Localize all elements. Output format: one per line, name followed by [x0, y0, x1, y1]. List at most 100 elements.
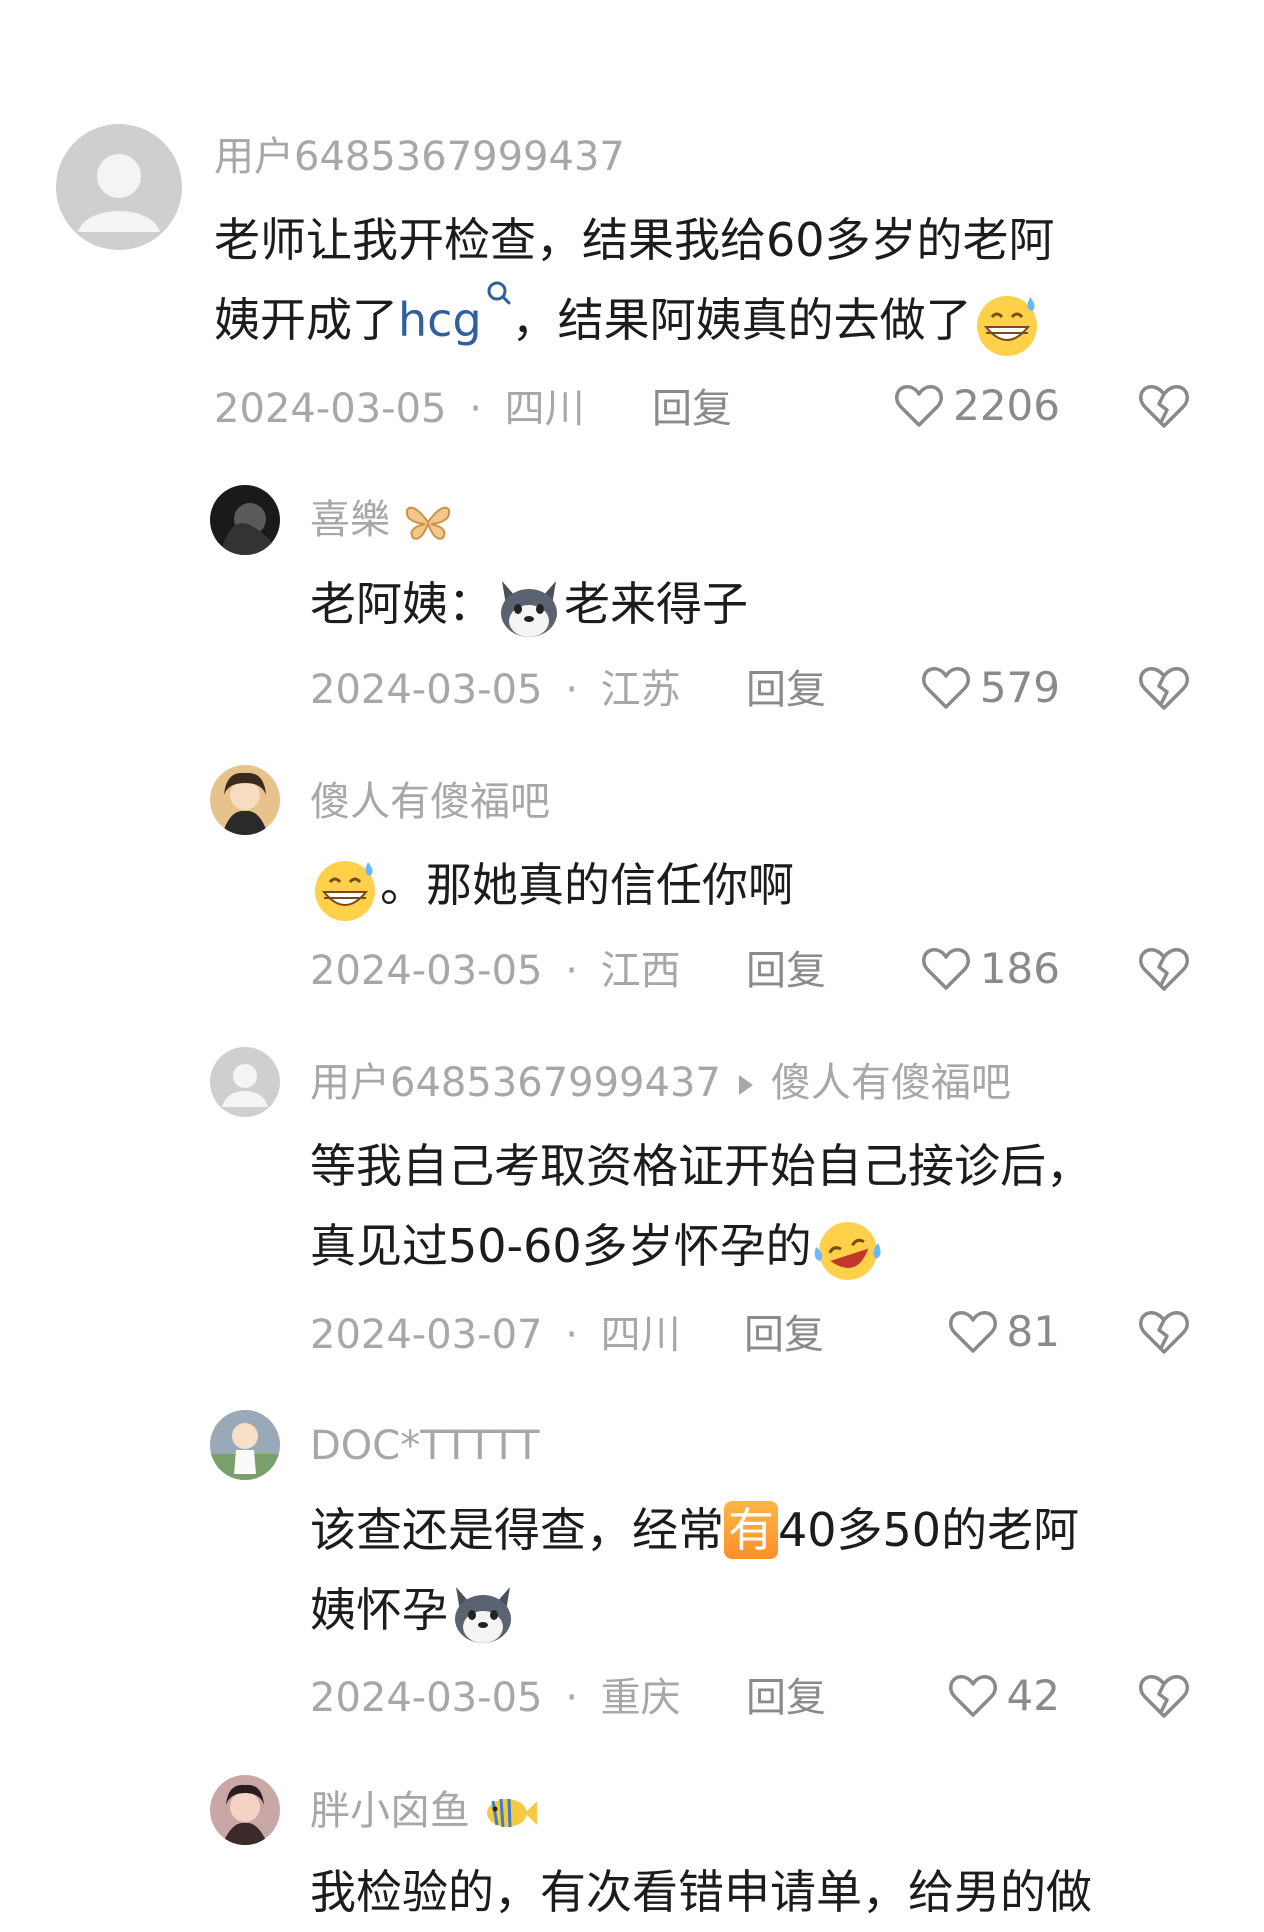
broken-heart-icon[interactable]: [1136, 662, 1192, 714]
comment-username[interactable]: 喜樂: [310, 500, 453, 542]
comment-meta: 2024-03-05 · 江西: [310, 951, 681, 991]
text-segment: 老来得子: [564, 577, 748, 631]
meta-separator: ·: [565, 667, 578, 713]
like-button[interactable]: 186: [870, 943, 1060, 995]
husky-dog-emoji: [501, 580, 557, 637]
laugh-cry-emoji: [814, 1221, 881, 1280]
like-count: 186: [979, 944, 1060, 993]
user-photo-icon: [220, 503, 280, 555]
default-avatar-icon: [78, 154, 160, 232]
dislike-button[interactable]: [1136, 662, 1192, 718]
comment-date: 2024-03-07: [310, 1312, 543, 1358]
husky-dog-emoji: [455, 1586, 511, 1643]
text-segment: 真见过50-60多岁怀孕的: [310, 1219, 812, 1273]
reply-button[interactable]: 回复: [746, 951, 826, 991]
avatar[interactable]: [210, 485, 280, 555]
reply-button[interactable]: 回复: [744, 1315, 824, 1355]
heart-icon[interactable]: [920, 943, 972, 995]
highlighted-word: 有: [724, 1501, 778, 1559]
text-segment: 姨怀孕: [310, 1583, 448, 1637]
avatar[interactable]: [210, 765, 280, 835]
avatar[interactable]: [56, 124, 182, 250]
meta-separator: ·: [469, 386, 482, 432]
comment-location: 四川: [504, 386, 585, 432]
like-button[interactable]: 81: [870, 1306, 1060, 1358]
comment-location: 四川: [600, 1312, 681, 1358]
comment-location: 江西: [600, 948, 681, 994]
text-segment: 老阿姨：: [310, 577, 494, 631]
heart-icon[interactable]: [947, 1306, 999, 1358]
comment-date: 2024-03-05: [214, 386, 447, 432]
dislike-button[interactable]: [1136, 1306, 1192, 1362]
comment-meta: 2024-03-05 · 四川: [214, 389, 585, 429]
comment-text: 该查还是得查，经常有40多50的老阿 姨怀孕: [310, 1490, 1079, 1650]
comment-text: 。那她真的信任你啊: [310, 845, 794, 925]
comment-username[interactable]: 用户6485367999437 傻人有傻福吧: [310, 1063, 1011, 1103]
comment-date: 2024-03-05: [310, 1675, 543, 1721]
text-segment: 该查还是得查，经常: [310, 1503, 724, 1557]
comment-text: 我检验的，有次看错申请单，给男的做: [310, 1852, 1092, 1932]
link-text[interactable]: hcg: [398, 293, 482, 347]
comment-text: 老阿姨： 老来得子: [310, 564, 748, 644]
comment-username[interactable]: 胖小囟鱼: [310, 1791, 537, 1833]
broken-heart-icon[interactable]: [1136, 380, 1192, 432]
like-count: 579: [979, 663, 1060, 712]
meta-separator: ·: [565, 1312, 578, 1358]
user-photo-icon: [210, 1423, 280, 1480]
comment-text-line: 该查还是得查，经常有40多50的老阿: [310, 1490, 1079, 1570]
reply-arrow-icon: [738, 1075, 753, 1095]
heart-icon[interactable]: [947, 1670, 999, 1722]
comment-username[interactable]: 傻人有傻福吧: [310, 782, 550, 822]
like-count: 81: [1006, 1307, 1060, 1356]
like-button[interactable]: 579: [870, 662, 1060, 714]
meta-separator: ·: [565, 1675, 578, 1721]
search-icon[interactable]: [486, 280, 512, 310]
search-link[interactable]: hcg: [398, 281, 512, 347]
comment-meta: 2024-03-07 · 四川: [310, 1315, 681, 1355]
default-avatar-icon: [222, 1064, 268, 1107]
comment-meta: 2024-03-05 · 江苏: [310, 670, 681, 710]
like-count: 2206: [953, 381, 1060, 430]
comment-text-line: 老师让我开检查，结果我给60多岁的老阿: [214, 213, 1055, 267]
text-segment: 。那她真的信任你啊: [380, 858, 794, 912]
comment-username[interactable]: DOC*TTTTT: [310, 1426, 540, 1466]
like-button[interactable]: 2206: [870, 380, 1060, 432]
grin-sweat-emoji: [315, 860, 375, 921]
reply-button[interactable]: 回复: [652, 389, 732, 429]
user-photo-icon: [222, 1784, 268, 1845]
username-text[interactable]: 用户6485367999437: [310, 1060, 721, 1106]
comment-location: 江苏: [600, 667, 681, 713]
heart-icon[interactable]: [920, 662, 972, 714]
reply-to-username[interactable]: 傻人有傻福吧: [771, 1060, 1011, 1106]
like-button[interactable]: 42: [870, 1670, 1060, 1722]
dislike-button[interactable]: [1136, 943, 1192, 999]
butterfly-emoji: [405, 506, 450, 540]
dislike-button[interactable]: [1136, 1670, 1192, 1726]
username-text[interactable]: 胖小囟鱼: [310, 1788, 470, 1834]
comment-text-line: 姨开成了hcg ，结果阿姨真的去做了: [214, 280, 1055, 360]
meta-separator: ·: [565, 948, 578, 994]
username-text[interactable]: 喜樂: [310, 497, 390, 543]
reply-button[interactable]: 回复: [746, 1678, 826, 1718]
comment-username[interactable]: 用户6485367999437: [214, 137, 625, 177]
comment-location: 重庆: [600, 1675, 681, 1721]
avatar[interactable]: [210, 1047, 280, 1117]
text-segment: ，结果阿姨真的去做了: [511, 293, 972, 347]
user-photo-icon: [222, 772, 268, 835]
like-count: 42: [1006, 1671, 1060, 1720]
broken-heart-icon[interactable]: [1136, 1306, 1192, 1358]
avatar[interactable]: [210, 1410, 280, 1480]
comment-meta: 2024-03-05 · 重庆: [310, 1678, 681, 1718]
comment-text: 老师让我开检查，结果我给60多岁的老阿 姨开成了hcg ，结果阿姨真的去做了: [214, 200, 1055, 360]
avatar[interactable]: [210, 1775, 280, 1845]
heart-icon[interactable]: [893, 380, 945, 432]
comment-text-line: 真见过50-60多岁怀孕的: [310, 1206, 1092, 1286]
broken-heart-icon[interactable]: [1136, 1670, 1192, 1722]
broken-heart-icon[interactable]: [1136, 943, 1192, 995]
reply-button[interactable]: 回复: [746, 670, 826, 710]
text-segment: 40多50的老阿: [778, 1503, 1080, 1557]
dislike-button[interactable]: [1136, 380, 1192, 436]
grin-sweat-emoji: [976, 295, 1037, 356]
comment-date: 2024-03-05: [310, 948, 543, 994]
comment-text-line: 姨怀孕: [310, 1570, 1079, 1650]
